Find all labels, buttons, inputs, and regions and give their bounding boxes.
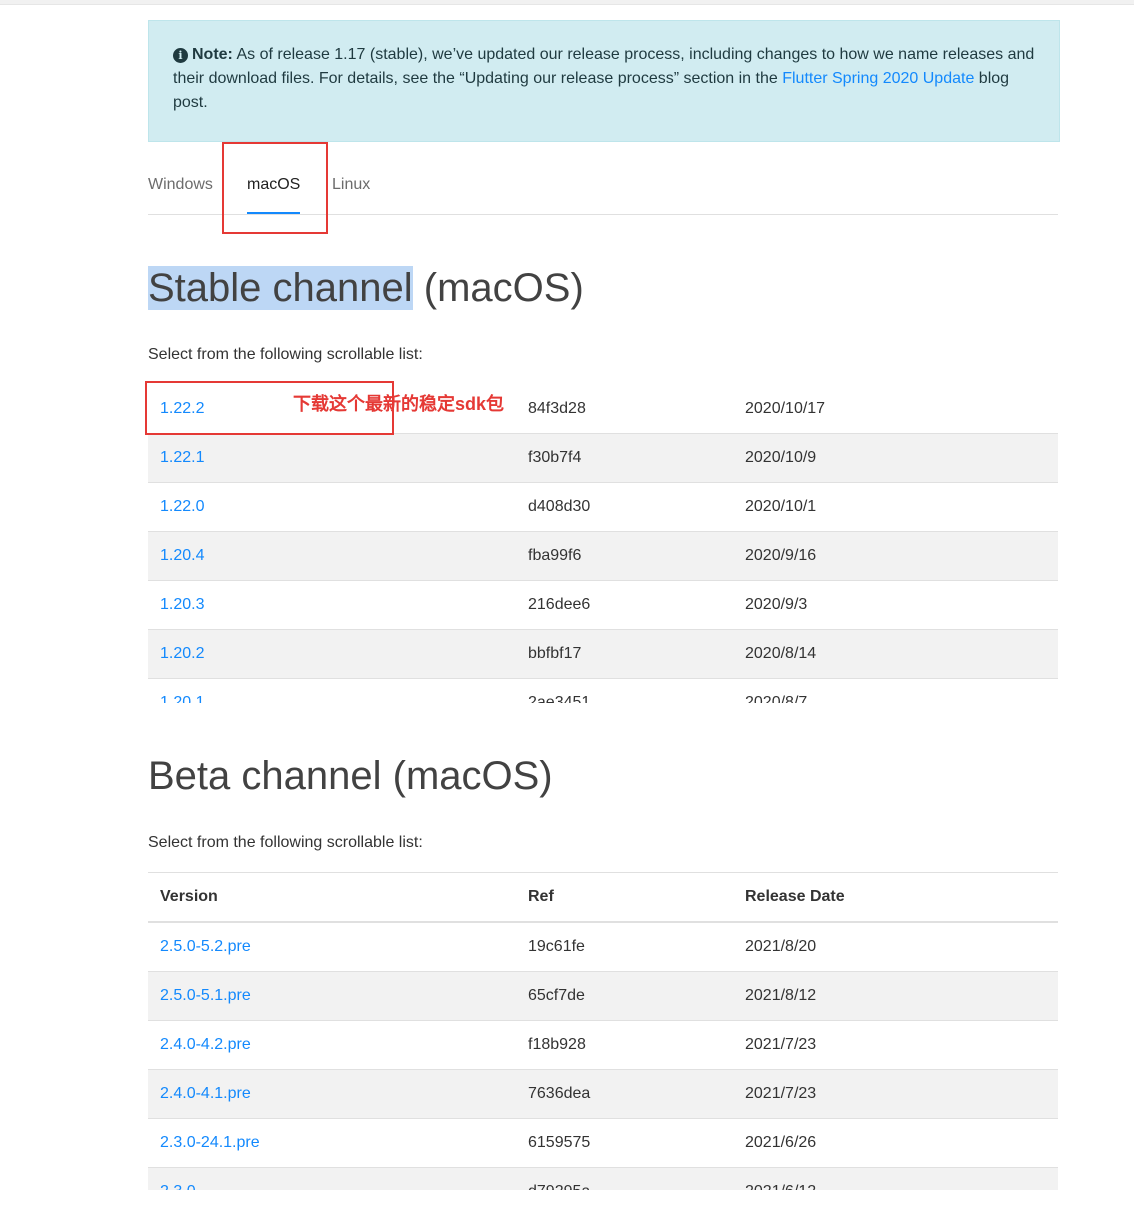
version-cell: 1.20.4 — [148, 531, 516, 581]
release-date-cell: 2020/8/7 — [733, 678, 1058, 703]
version-link[interactable]: 1.22.1 — [160, 449, 204, 466]
stable-select-label: Select from the following scrollable lis… — [148, 346, 423, 363]
table-row: 2.4.0-4.2.pre f18b928 2021/7/23 — [148, 1020, 1058, 1070]
table-row: 1.20.2 bbfbf17 2020/8/14 — [148, 629, 1058, 679]
release-date-cell: 2020/10/17 — [733, 385, 1058, 434]
info-icon: i — [173, 48, 188, 63]
table-row: 1.20.4 fba99f6 2020/9/16 — [148, 531, 1058, 581]
table-row: 2.3.0-24.1.pre 6159575 2021/6/26 — [148, 1118, 1058, 1168]
header-ref: Ref — [516, 872, 733, 923]
release-date-cell: 2021/6/26 — [733, 1118, 1058, 1168]
ref-cell: 65cf7de — [516, 971, 733, 1021]
version-cell: 1.20.3 — [148, 580, 516, 630]
table-row: 2.4.0-4.1.pre 7636dea 2021/7/23 — [148, 1069, 1058, 1119]
release-date-cell: 2021/8/12 — [733, 971, 1058, 1021]
table-row: 1.22.0 d408d30 2020/10/1 — [148, 482, 1058, 532]
ref-cell: f18b928 — [516, 1020, 733, 1070]
flutter-spring-update-link[interactable]: Flutter Spring 2020 Update — [782, 70, 974, 87]
version-link[interactable]: 2.3.0-24.1.pre — [160, 1134, 260, 1151]
table-row: 1.22.2 84f3d28 2020/10/17 — [148, 385, 1058, 434]
table-row: 1.20.1 2ae3451 2020/8/7 — [148, 678, 1058, 703]
ref-cell: 6159575 — [516, 1118, 733, 1168]
release-date-cell: 2021/7/23 — [733, 1069, 1058, 1119]
table-row: 2.3.0 d79295a2021/6/12 — [148, 1167, 1058, 1190]
release-date-cell: 2021/7/23 — [733, 1020, 1058, 1070]
release-date-cell: 2020/10/9 — [733, 433, 1058, 483]
version-link[interactable]: 1.20.4 — [160, 547, 204, 564]
version-link[interactable]: 2.4.0-4.1.pre — [160, 1085, 251, 1102]
table-row: 1.22.1 f30b7f4 2020/10/9 — [148, 433, 1058, 483]
annotation-text: 下载这个最新的稳定sdk包 — [293, 394, 505, 414]
stable-release-table: 1.22.2 84f3d28 2020/10/17 1.22.1 f30b7f4 2020… — [148, 385, 1058, 703]
ref-cell: 7636dea — [516, 1069, 733, 1119]
table-row: 2.5.0-5.1.pre 65cf7de 2021/8/12 — [148, 971, 1058, 1021]
ref-cell: 19c61fe — [516, 922, 733, 972]
version-link[interactable]: 1.20.3 — [160, 596, 204, 613]
version-cell: 1.20.1 — [148, 678, 516, 703]
stable-release-list[interactable]: 1.22.2 84f3d28 2020/10/17 1.22.1 f30b7f4 2020… — [148, 385, 1058, 703]
ref-cell: bbfbf17 — [516, 629, 733, 679]
version-link[interactable]: 2.4.0-4.2.pre — [160, 1036, 251, 1053]
tab-windows[interactable]: Windows — [148, 152, 213, 214]
ref-cell: d408d30 — [516, 482, 733, 532]
table-row: 2.5.0-5.2.pre 19c61fe 2021/8/20 — [148, 922, 1058, 972]
beta-table-header-row: Version Ref Release Date — [148, 872, 1058, 923]
release-date-cell: 2020/9/16 — [733, 531, 1058, 581]
os-tabs: Windows macOS Linux — [148, 152, 1058, 215]
version-link[interactable]: 1.20.2 — [160, 645, 204, 662]
beta-channel-title: Beta channel (macOS) — [148, 754, 553, 798]
release-date-cell: 2021/6/12 — [733, 1167, 1058, 1190]
version-cell: 2.4.0-4.2.pre — [148, 1020, 516, 1070]
beta-release-table: Version Ref Release Date 2.5.0-5.2.pre 19… — [148, 872, 1058, 1190]
version-link[interactable]: 2.5.0-5.2.pre — [160, 938, 251, 955]
version-cell: 2.3.0 — [148, 1167, 516, 1190]
release-note-banner: i Note: As of release 1.17 (stable), we’v… — [148, 20, 1060, 142]
version-cell: 1.22.0 — [148, 482, 516, 532]
version-link[interactable]: 1.20.1 — [160, 694, 204, 703]
version-cell: 2.5.0-5.1.pre — [148, 971, 516, 1021]
ref-cell: 2ae3451 — [516, 678, 733, 703]
release-date-cell: 2020/8/14 — [733, 629, 1058, 679]
release-date-cell: 2021/8/20 — [733, 922, 1058, 972]
release-date-cell: 2020/9/3 — [733, 580, 1058, 630]
top-divider — [0, 0, 1134, 5]
stable-channel-title: Stable channel (macOS) — [148, 264, 584, 312]
ref-cell: d79295a — [516, 1167, 733, 1190]
ref-cell: fba99f6 — [516, 531, 733, 581]
version-link[interactable]: 2.5.0-5.1.pre — [160, 987, 251, 1004]
release-date-cell: 2020/10/1 — [733, 482, 1058, 532]
ref-cell: 216dee6 — [516, 580, 733, 630]
version-cell: 2.4.0-4.1.pre — [148, 1069, 516, 1119]
version-link[interactable]: 2.3.0 — [160, 1183, 196, 1190]
version-cell: 2.5.0-5.2.pre — [148, 922, 516, 972]
tab-macos[interactable]: macOS — [247, 152, 301, 214]
header-version: Version — [148, 872, 516, 923]
version-link[interactable]: 1.22.2 — [160, 400, 204, 417]
version-cell: 1.22.1 — [148, 433, 516, 483]
header-release-date: Release Date — [733, 872, 1058, 923]
stable-title-os: (macOS) — [412, 266, 584, 310]
stable-title-highlight: Stable channel — [148, 266, 413, 310]
table-row: 1.20.3 216dee6 2020/9/3 — [148, 580, 1058, 630]
note-label: Note: — [192, 46, 233, 63]
ref-cell: f30b7f4 — [516, 433, 733, 483]
version-cell: 1.20.2 — [148, 629, 516, 679]
beta-release-list[interactable]: Version Ref Release Date 2.5.0-5.2.pre 19… — [148, 872, 1058, 1190]
ref-cell: 84f3d28 — [516, 385, 733, 434]
version-cell: 2.3.0-24.1.pre — [148, 1118, 516, 1168]
tab-linux[interactable]: Linux — [332, 152, 370, 214]
version-link[interactable]: 1.22.0 — [160, 498, 204, 515]
beta-select-label: Select from the following scrollable lis… — [148, 834, 423, 851]
